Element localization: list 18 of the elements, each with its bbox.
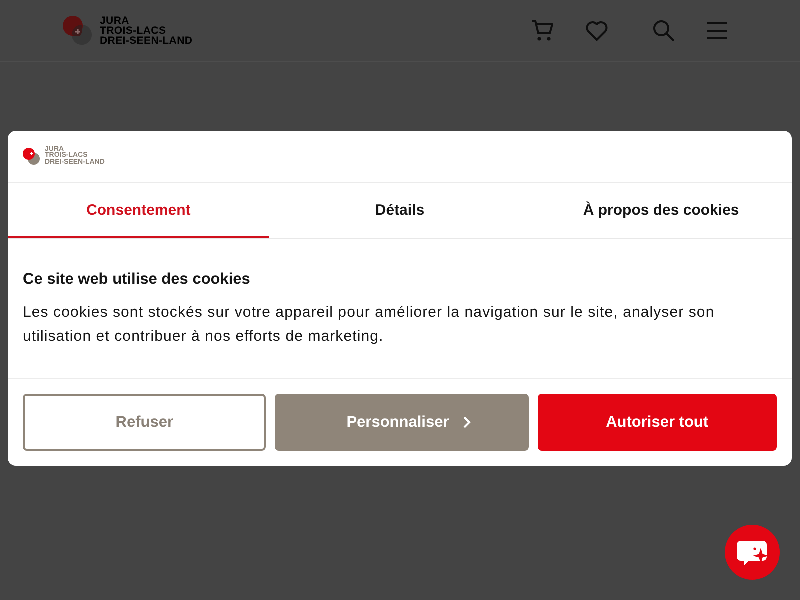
logo-text: DREI-SEEN-LAND (100, 36, 193, 46)
logo-text: TROIS-LACS (100, 26, 168, 36)
accept-button[interactable]: Autoriser tout (538, 394, 777, 451)
chat-icon (736, 538, 770, 566)
tab[interactable]: Consentement (8, 183, 270, 238)
logo-icon (23, 148, 40, 165)
logo-icon (63, 16, 92, 45)
cart-icon[interactable] (531, 18, 555, 42)
logo-text: JURA (100, 16, 130, 26)
chevron-right-icon (463, 416, 472, 429)
customize-button[interactable]: Personnaliser (275, 394, 529, 451)
heart-icon[interactable] (585, 18, 609, 42)
tab[interactable]: Détails (269, 183, 531, 238)
dialog-text: Les cookies sont stockés sur votre appareil pour améliorer la navigation sur le site, analyser son utilisation et contribuer à nos efforts de marketing. (23, 303, 716, 347)
tab[interactable]: À propos des cookies (530, 183, 792, 238)
dialog-title: Ce site web utilise des cookies (23, 271, 252, 289)
search-icon[interactable] (652, 18, 676, 42)
decline-button[interactable]: Refuser (23, 394, 266, 451)
